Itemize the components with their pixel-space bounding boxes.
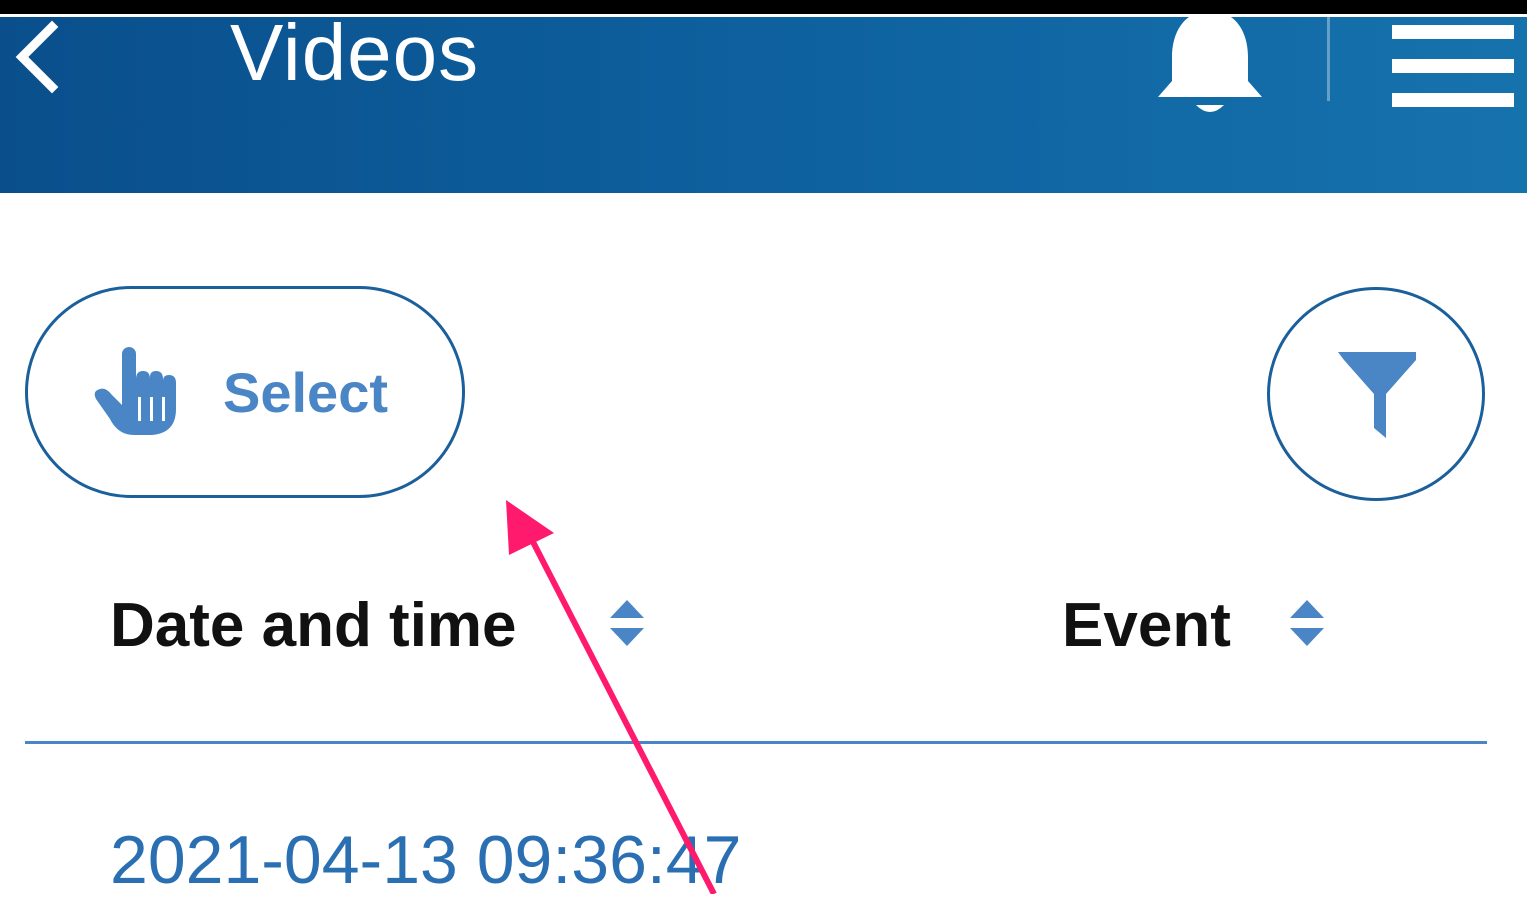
sort-up-down-icon[interactable] [608, 598, 646, 648]
bell-icon[interactable] [1150, 17, 1270, 123]
page-title: Videos [230, 17, 480, 97]
hamburger-menu-icon[interactable] [1392, 25, 1514, 109]
app-header: Videos [0, 17, 1527, 193]
screen-top-frame [0, 0, 1527, 14]
chevron-left-icon[interactable] [8, 17, 68, 97]
table-header-divider [25, 741, 1487, 744]
column-header-date-and-time[interactable]: Date and time [110, 590, 517, 662]
select-button-label: Select [223, 361, 388, 424]
filter-button[interactable] [1267, 287, 1485, 501]
pointing-hand-icon [94, 347, 176, 435]
header-divider [1327, 17, 1330, 101]
funnel-filter-icon [1338, 352, 1416, 438]
sort-up-down-icon[interactable] [1288, 598, 1326, 648]
column-header-event[interactable]: Event [1062, 590, 1231, 662]
annotation-arrow-head [506, 500, 554, 555]
select-button[interactable]: Select [25, 286, 465, 498]
table-row-date-time[interactable]: 2021-04-13 09:36:47 [110, 820, 741, 900]
